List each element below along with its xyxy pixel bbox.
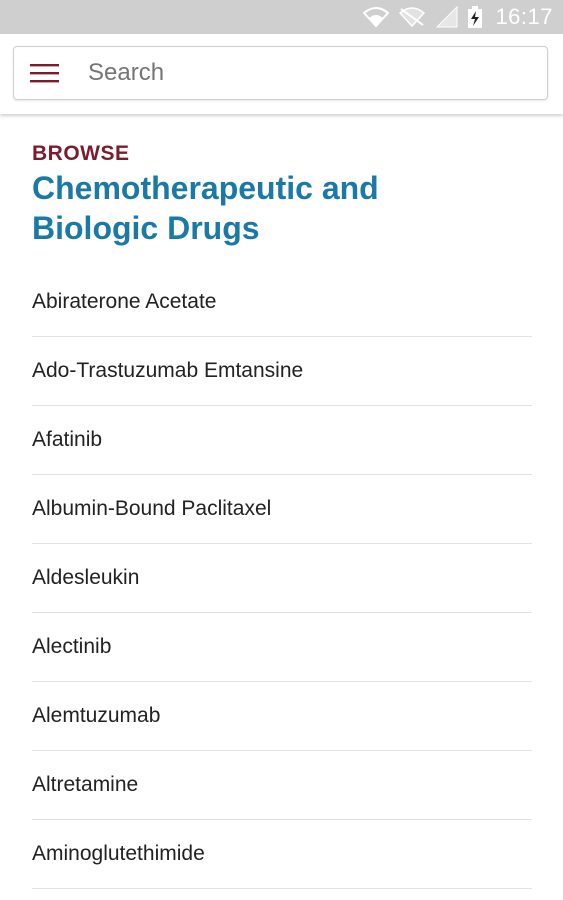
hamburger-menu-icon	[30, 64, 59, 83]
status-time: 16:17	[495, 4, 553, 29]
battery-charging-icon	[467, 5, 483, 29]
page-title: Chemotherapeutic and Biologic Drugs	[32, 168, 532, 248]
browse-header: BROWSE Chemotherapeutic and Biologic Dru…	[32, 140, 532, 248]
drug-list-item[interactable]: Altretamine	[32, 751, 532, 820]
drug-list-item[interactable]: Albumin-Bound Paclitaxel	[32, 475, 532, 544]
page-title-line-1: Chemotherapeutic and	[32, 170, 379, 206]
drug-list-item[interactable]: Alemtuzumab	[32, 682, 532, 751]
drug-list: Abiraterone Acetate Ado-Trastuzumab Emta…	[32, 268, 532, 889]
signal-icon	[435, 5, 459, 29]
drug-list-item[interactable]: Abiraterone Acetate	[32, 268, 532, 337]
search-bar	[13, 46, 548, 100]
menu-button[interactable]	[14, 47, 76, 99]
search-input[interactable]	[76, 53, 547, 93]
drug-list-item[interactable]: Afatinib	[32, 406, 532, 475]
drug-list-item[interactable]: Ado-Trastuzumab Emtansine	[32, 337, 532, 406]
drug-list-item[interactable]: Aminoglutethimide	[32, 820, 532, 889]
app-toolbar	[0, 34, 563, 114]
browse-label: BROWSE	[32, 142, 130, 165]
status-bar: 16:17	[0, 0, 563, 34]
wifi-icon	[363, 5, 390, 29]
drug-list-item[interactable]: Alectinib	[32, 613, 532, 682]
page-title-line-2: Biologic Drugs	[32, 210, 260, 246]
wifi-off-icon	[397, 5, 427, 29]
drug-list-item[interactable]: Aldesleukin	[32, 544, 532, 613]
